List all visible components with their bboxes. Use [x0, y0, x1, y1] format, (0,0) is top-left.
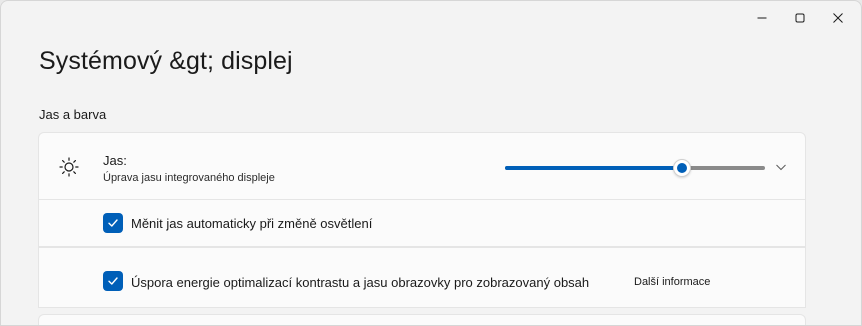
close-icon [833, 13, 843, 23]
power-saver-row: Úspora energie optimalizací kontrastu a … [38, 247, 806, 308]
auto-brightness-label[interactable]: Měnit jas automaticky při změně osvětlen… [131, 216, 372, 231]
minimize-icon [757, 17, 767, 19]
power-saver-checkbox[interactable] [103, 271, 123, 291]
maximize-button[interactable] [781, 1, 819, 35]
settings-window: Systémový &gt; displej Jas a barva Jas: … [0, 0, 862, 326]
maximize-icon [795, 13, 805, 23]
brightness-title: Jas: [103, 153, 127, 168]
checkmark-icon [108, 219, 118, 227]
next-settings-card[interactable] [38, 314, 806, 325]
chevron-down-icon[interactable] [775, 161, 787, 173]
learn-more-link[interactable]: Další informace [634, 276, 710, 288]
close-button[interactable] [819, 1, 857, 35]
minimize-button[interactable] [743, 1, 781, 35]
auto-brightness-row: Měnit jas automaticky při změně osvětlen… [38, 200, 806, 247]
brightness-description: Úprava jasu integrovaného displeje [103, 172, 275, 184]
section-label: Jas a barva [39, 107, 107, 122]
page-title: Systémový &gt; displej [39, 47, 293, 75]
checkmark-icon [108, 277, 118, 285]
brightness-slider[interactable] [505, 159, 765, 177]
brightness-card[interactable]: Jas: Úprava jasu integrovaného displeje [38, 132, 806, 200]
slider-thumb[interactable] [672, 159, 691, 177]
slider-fill [505, 166, 682, 170]
sun-icon [59, 157, 79, 177]
auto-brightness-checkbox[interactable] [103, 213, 123, 233]
power-saver-label[interactable]: Úspora energie optimalizací kontrastu a … [131, 275, 589, 290]
